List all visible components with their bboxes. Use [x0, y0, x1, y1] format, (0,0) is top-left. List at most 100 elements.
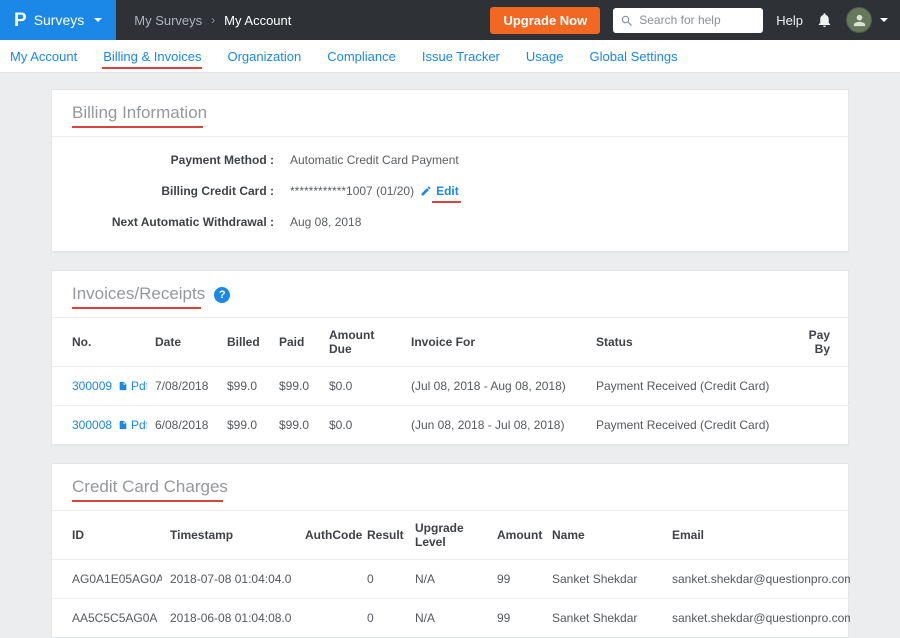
billing-credit-card-value: ************1007 (01/20) — [290, 184, 414, 198]
col-status: Status — [588, 318, 788, 367]
invoice-amount-due: $0.0 — [321, 367, 403, 406]
account-tabs: My Account Billing & Invoices Organizati… — [0, 40, 900, 73]
charge-row: AG0A1E05AG0A 2018-07-08 01:04:04.0 0 N/A… — [52, 560, 850, 599]
invoices-receipts-card: Invoices/Receipts ? No. Date Billed Paid… — [51, 270, 849, 445]
invoice-billed: $99.0 — [219, 406, 271, 445]
billing-credit-card-row: Billing Credit Card : ************1007 (… — [72, 184, 828, 198]
avatar — [846, 7, 872, 33]
invoice-for: (Jun 08, 2018 - Jul 08, 2018) — [403, 406, 588, 445]
invoice-status: Payment Received (Credit Card) — [588, 406, 788, 445]
col-invoice-for: Invoice For — [403, 318, 588, 367]
tab-my-account[interactable]: My Account — [10, 49, 77, 64]
col-authcode: AuthCode — [297, 511, 359, 560]
topbar-actions: Upgrade Now Help — [490, 7, 900, 34]
breadcrumb-my-account: My Account — [224, 13, 291, 28]
tab-organization[interactable]: Organization — [227, 49, 301, 64]
invoices-header-row: No. Date Billed Paid Amount Due Invoice … — [52, 318, 850, 367]
charge-amount: 99 — [489, 599, 544, 638]
invoice-billed: $99.0 — [219, 367, 271, 406]
invoice-date: 6/08/2018 — [147, 406, 219, 445]
charge-authcode — [297, 599, 359, 638]
invoices-table: No. Date Billed Paid Amount Due Invoice … — [52, 318, 850, 444]
questionpro-logo: P — [14, 11, 27, 30]
charge-result: 0 — [359, 560, 407, 599]
invoice-pdf-link[interactable]: Pdf — [118, 379, 147, 393]
charges-header-row: ID Timestamp AuthCode Result Upgrade Lev… — [52, 511, 850, 560]
col-amount: Amount — [489, 511, 544, 560]
charge-name: Sanket Shekdar — [544, 560, 664, 599]
charge-upgrade-level: N/A — [407, 560, 489, 599]
col-no: No. — [52, 318, 147, 367]
charge-result: 0 — [359, 599, 407, 638]
col-result: Result — [359, 511, 407, 560]
next-withdrawal-label: Next Automatic Withdrawal : — [72, 215, 274, 229]
invoice-number-link[interactable]: 300008 — [72, 418, 112, 432]
invoice-pdf-link[interactable]: Pdf — [118, 418, 147, 432]
pdf-document-icon — [118, 419, 128, 431]
invoice-amount-due: $0.0 — [321, 406, 403, 445]
tab-compliance[interactable]: Compliance — [327, 49, 396, 64]
breadcrumb-separator: › — [211, 13, 215, 27]
help-question-icon[interactable]: ? — [214, 287, 230, 303]
payment-method-label: Payment Method : — [72, 153, 274, 167]
tab-billing-invoices[interactable]: Billing & Invoices — [103, 49, 201, 64]
invoice-number-link[interactable]: 300009 — [72, 379, 112, 393]
page-content: Billing Information Payment Method : Aut… — [0, 73, 900, 638]
help-link[interactable]: Help — [776, 13, 803, 28]
invoice-row: 300008 Pdf 6/08/2018 $99.0 $99.0 $0.0 (J… — [52, 406, 850, 445]
col-pay-by: Pay By — [788, 318, 850, 367]
edit-pencil-icon — [420, 185, 432, 197]
charge-id: AG0A1E05AG0A — [52, 560, 162, 599]
account-menu[interactable] — [846, 7, 888, 33]
user-icon — [851, 12, 868, 29]
search-input[interactable] — [613, 8, 763, 33]
charge-id: AA5C5C5AG0A — [52, 599, 162, 638]
breadcrumb: My Surveys › My Account — [134, 13, 291, 28]
charge-email: sanket.shekdar@questionpro.com — [664, 599, 850, 638]
col-timestamp: Timestamp — [162, 511, 297, 560]
billing-information-card: Billing Information Payment Method : Aut… — [51, 89, 849, 252]
invoice-pay-by — [788, 367, 850, 406]
col-name: Name — [544, 511, 664, 560]
chevron-down-icon — [880, 18, 888, 22]
charges-table: ID Timestamp AuthCode Result Upgrade Lev… — [52, 511, 850, 637]
search-icon — [620, 14, 634, 28]
payment-method-row: Payment Method : Automatic Credit Card P… — [72, 153, 828, 167]
chevron-down-icon — [94, 18, 102, 22]
next-withdrawal-row: Next Automatic Withdrawal : Aug 08, 2018 — [72, 215, 828, 229]
charge-row: AA5C5C5AG0A 2018-06-08 01:04:08.0 0 N/A … — [52, 599, 850, 638]
pdf-document-icon — [118, 380, 128, 392]
product-name: Surveys — [34, 12, 85, 28]
credit-card-charges-title: Credit Card Charges — [72, 477, 228, 497]
charge-timestamp: 2018-06-08 01:04:08.0 — [162, 599, 297, 638]
notifications-bell-icon[interactable] — [816, 11, 833, 29]
billing-information-title: Billing Information — [72, 103, 207, 123]
charge-amount: 99 — [489, 560, 544, 599]
charge-timestamp: 2018-07-08 01:04:04.0 — [162, 560, 297, 599]
breadcrumb-my-surveys[interactable]: My Surveys — [134, 13, 202, 28]
upgrade-now-button[interactable]: Upgrade Now — [490, 7, 600, 34]
tab-global-settings[interactable]: Global Settings — [589, 49, 677, 64]
billing-credit-card-label: Billing Credit Card : — [72, 184, 274, 198]
next-withdrawal-value: Aug 08, 2018 — [290, 215, 361, 229]
topbar: P Surveys My Surveys › My Account Upgrad… — [0, 0, 900, 40]
col-email: Email — [664, 511, 850, 560]
invoice-for: (Jul 08, 2018 - Aug 08, 2018) — [403, 367, 588, 406]
edit-credit-card-link[interactable]: Edit — [420, 184, 459, 198]
invoice-paid: $99.0 — [271, 367, 321, 406]
tab-usage[interactable]: Usage — [526, 49, 564, 64]
invoice-row: 300009 Pdf 7/08/2018 $99.0 $99.0 $0.0 (J… — [52, 367, 850, 406]
surveys-product-menu[interactable]: P Surveys — [0, 0, 116, 40]
charge-email: sanket.shekdar@questionpro.com — [664, 560, 850, 599]
payment-method-value: Automatic Credit Card Payment — [290, 153, 459, 167]
invoice-status: Payment Received (Credit Card) — [588, 367, 788, 406]
invoices-receipts-title: Invoices/Receipts — [72, 284, 205, 304]
col-date: Date — [147, 318, 219, 367]
charge-name: Sanket Shekdar — [544, 599, 664, 638]
invoice-date: 7/08/2018 — [147, 367, 219, 406]
invoice-paid: $99.0 — [271, 406, 321, 445]
col-amount-due: Amount Due — [321, 318, 403, 367]
col-paid: Paid — [271, 318, 321, 367]
tab-issue-tracker[interactable]: Issue Tracker — [422, 49, 500, 64]
charge-upgrade-level: N/A — [407, 599, 489, 638]
